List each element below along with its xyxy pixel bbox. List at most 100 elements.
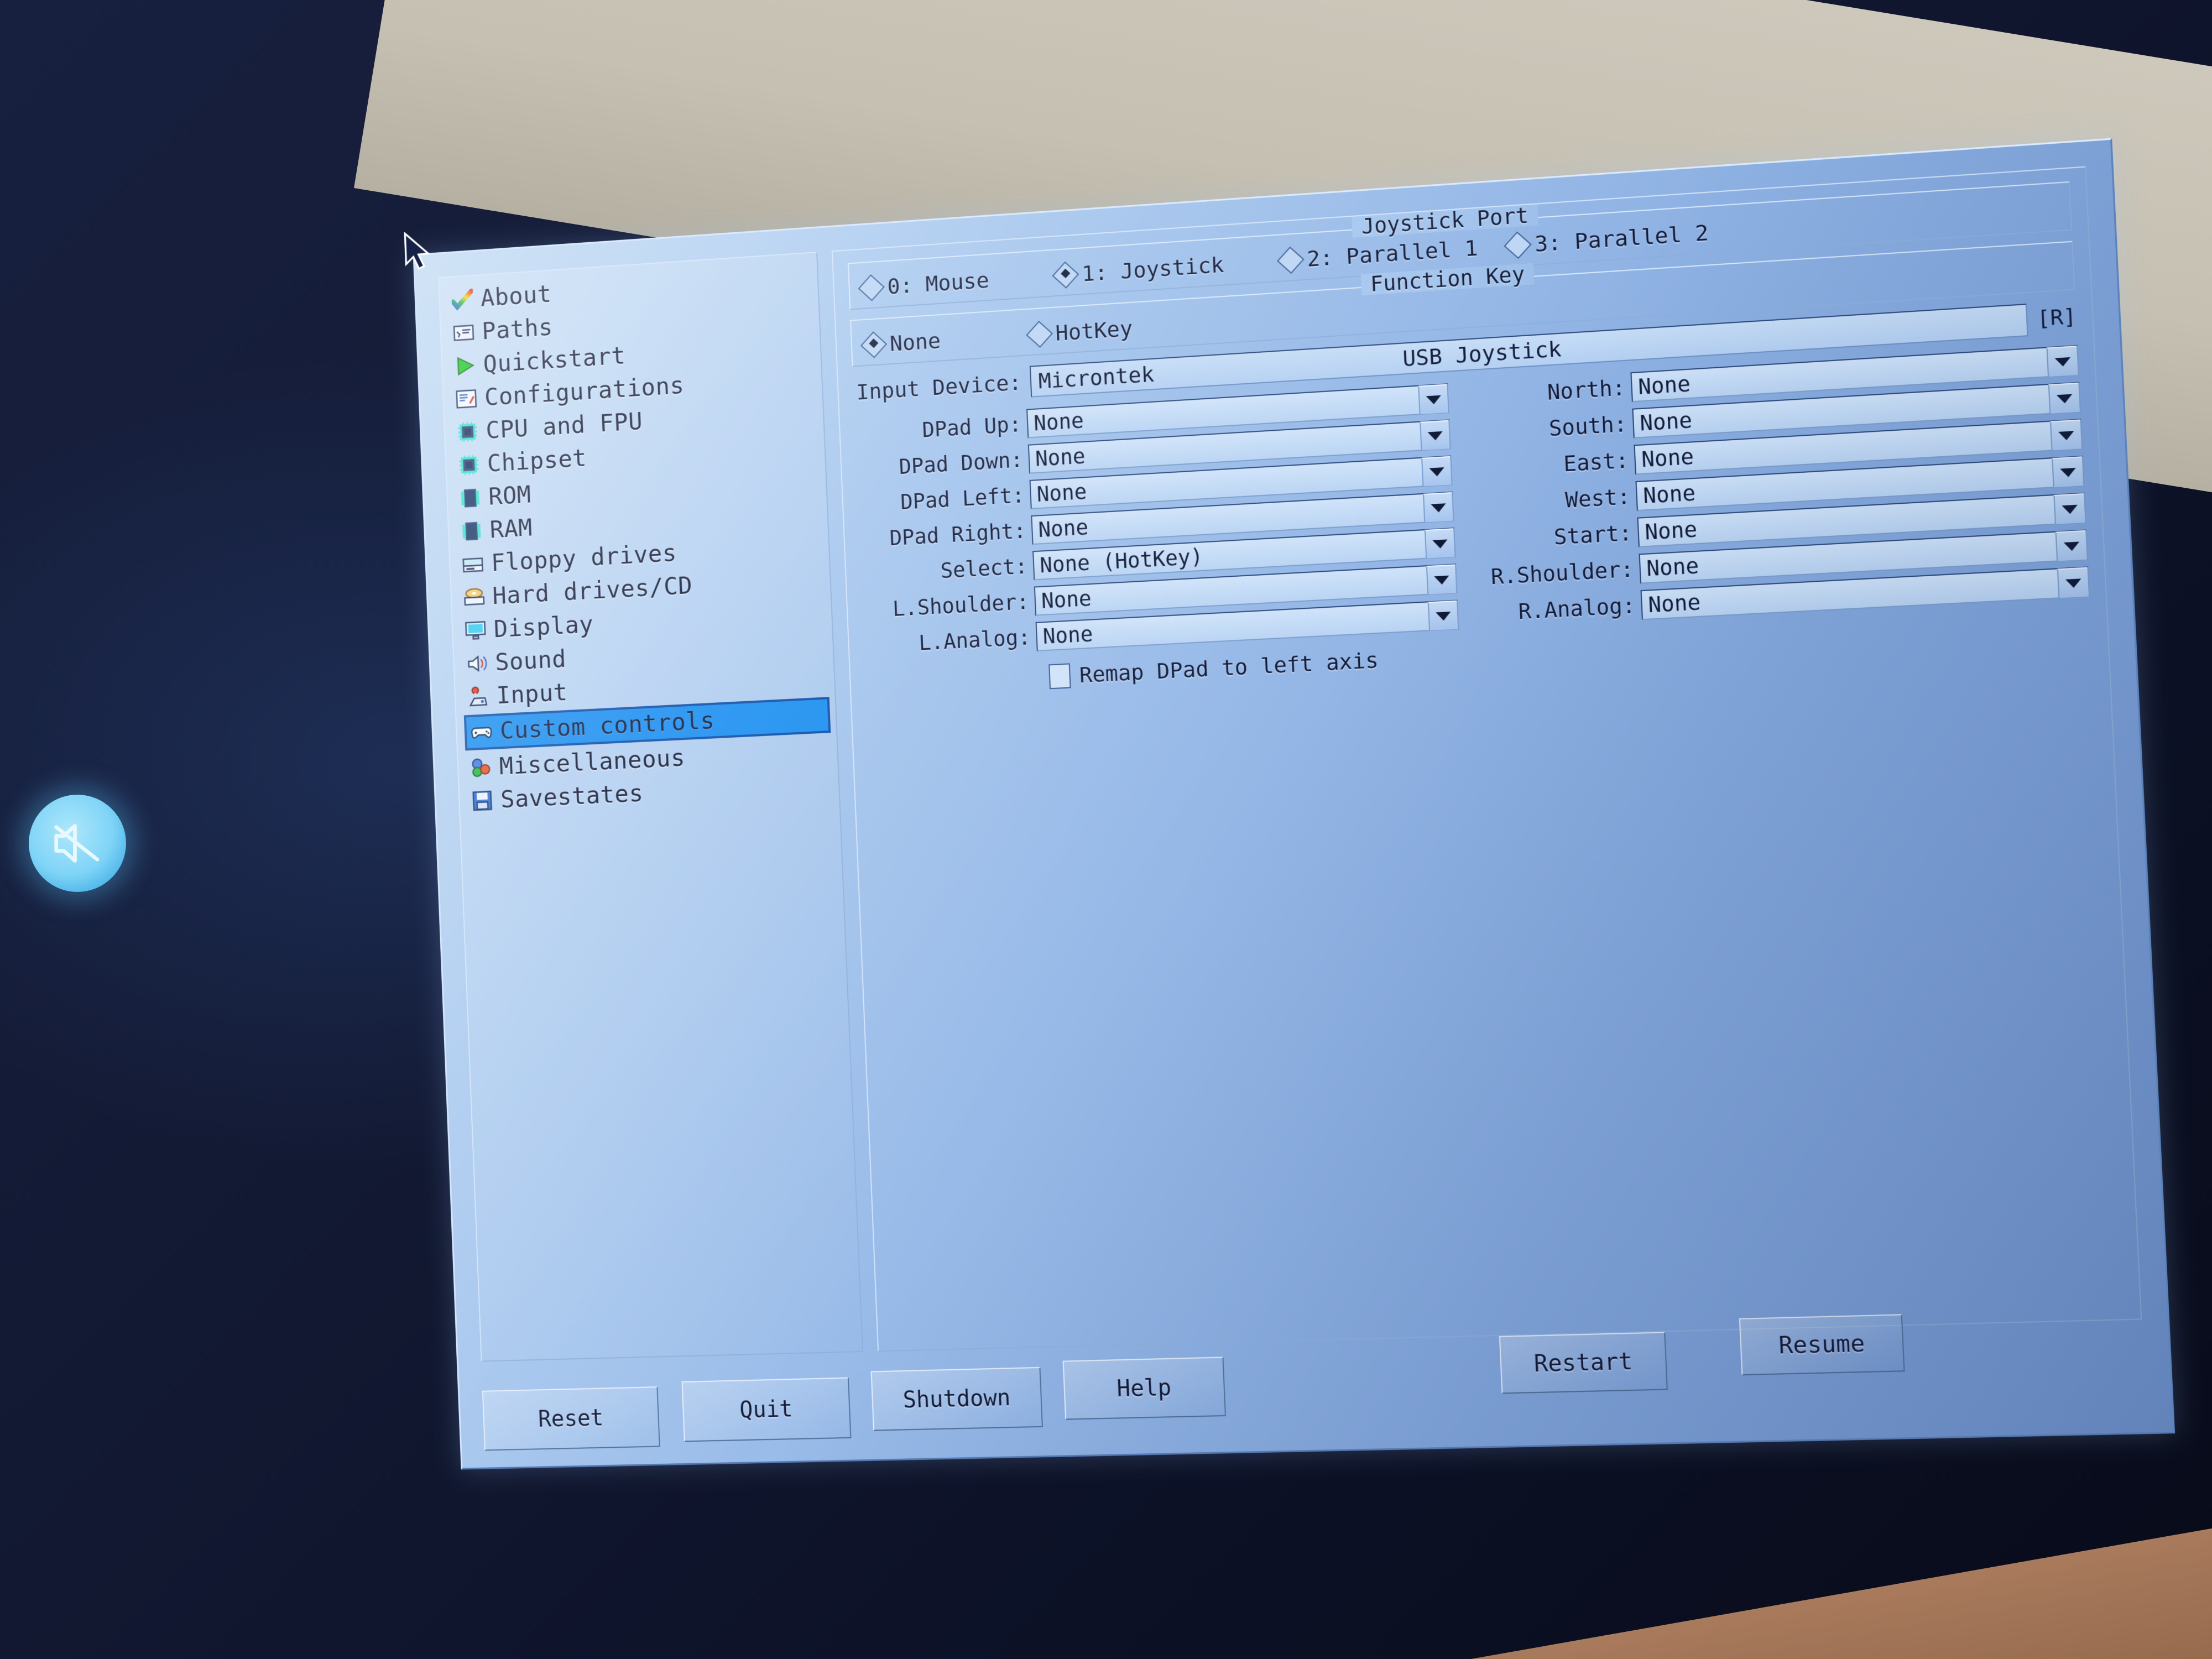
input-device-remap-flag: [R]: [2036, 304, 2077, 331]
chevron-down-icon[interactable]: [2057, 567, 2089, 598]
mapping-value-dpad-left: None: [1036, 479, 1088, 507]
radio-label: 1: Joystick: [1081, 252, 1225, 286]
shutdown-button[interactable]: Shutdown: [870, 1366, 1044, 1431]
mapping-label-select: Select:: [940, 554, 1029, 583]
reset-button[interactable]: Reset: [482, 1386, 660, 1451]
folder-pointer-icon: [452, 321, 474, 345]
monitor-icon: [465, 619, 487, 640]
chevron-down-icon[interactable]: [2052, 456, 2084, 488]
radio-1-joystick[interactable]: 1: Joystick: [1052, 252, 1225, 289]
chevron-down-icon[interactable]: [1418, 384, 1448, 415]
mapping-label-west: West:: [1564, 484, 1631, 513]
mapping-label-r-analog: R.Analog:: [1517, 593, 1636, 624]
mapping-value-east: None: [1641, 444, 1694, 472]
chevron-down-icon[interactable]: [2053, 493, 2085, 524]
sidebar-item-label: CPU and FPU: [485, 407, 643, 445]
mapping-value-west: None: [1642, 480, 1697, 508]
joystick-icon: [467, 685, 489, 708]
rainbow-check-icon: [451, 288, 473, 311]
chevron-down-icon[interactable]: [1422, 492, 1453, 523]
radio-label: None: [889, 328, 941, 356]
document-list-icon: [456, 389, 477, 409]
settings-sidebar: About Paths Quickstart Configurations CPU an…: [437, 252, 864, 1362]
sidebar-item-label: About: [480, 279, 552, 312]
sidebar-item-label: Display: [493, 610, 594, 643]
sidebar-item-label: Input: [495, 678, 568, 709]
chevron-down-icon[interactable]: [2046, 346, 2078, 377]
quit-button[interactable]: Quit: [681, 1377, 852, 1442]
custom-controls-pane: Joystick Port 0: Mouse 1: Joystick 2: Para…: [831, 166, 2142, 1352]
speaker-icon: [467, 652, 488, 675]
radio-diamond-icon: [1025, 321, 1053, 348]
mapping-value-dpad-down: None: [1035, 444, 1086, 471]
mapping-column-left: DPad Up: None DPad Down: None DPad Left: None…: [854, 383, 1459, 660]
chevron-down-icon[interactable]: [2048, 382, 2080, 414]
sidebar-item-label: Floppy drives: [491, 539, 677, 577]
radio-diamond-icon: [1504, 231, 1532, 259]
chevron-down-icon[interactable]: [1421, 456, 1452, 487]
mapping-value-south: None: [1639, 408, 1693, 436]
mapping-value-l-analog: None: [1042, 622, 1094, 649]
sidebar-item-label: Paths: [481, 312, 554, 346]
mapping-label-r-shoulder: R.Shoulder:: [1490, 556, 1635, 589]
restart-button[interactable]: Restart: [1499, 1332, 1668, 1394]
sidebar-item-label: Configurations: [484, 371, 685, 411]
dialog-perspective-wrapper: About Paths Quickstart Configurations CPU an…: [0, 0, 2212, 1659]
chevron-down-icon[interactable]: [1420, 420, 1450, 451]
chip-icon: [460, 455, 479, 476]
harddisk-cd-icon: [464, 588, 484, 606]
input-device-value-vendor: Microntek: [1037, 361, 1155, 394]
input-device-label: Input Device:: [855, 369, 1022, 405]
radio-hotkey[interactable]: HotKey: [1025, 316, 1133, 348]
mapping-label-dpad-down: DPad Down:: [898, 447, 1024, 479]
radio-diamond-icon: [1276, 246, 1305, 274]
mapping-label-l-analog: L.Analog:: [918, 624, 1031, 655]
remap-dpad-checkbox[interactable]: [1048, 663, 1071, 690]
floppy-save-icon: [471, 789, 493, 812]
mapping-value-start: None: [1644, 517, 1698, 545]
chevron-down-icon[interactable]: [1426, 564, 1457, 594]
chevron-down-icon[interactable]: [2055, 530, 2087, 561]
radio-none[interactable]: None: [860, 328, 941, 358]
mapping-value-l-shoulder: None: [1041, 586, 1092, 613]
radio-diamond-icon: [858, 274, 885, 301]
memory-module-icon: [462, 521, 481, 541]
mapping-value-dpad-right: None: [1037, 514, 1089, 542]
sidebar-item-label: Miscellaneous: [498, 743, 686, 780]
memory-module-icon: [461, 488, 479, 508]
mouse-pointer-icon: [402, 230, 434, 275]
radio-3-parallel-2[interactable]: 3: Parallel 2: [1504, 220, 1709, 259]
gamepad-icon: [471, 721, 493, 744]
floppy-drive-icon: [462, 557, 483, 573]
resume-button[interactable]: Resume: [1739, 1314, 1905, 1376]
sidebar-item-label: ROM: [488, 480, 532, 511]
sidebar-nav-list: About Paths Quickstart Configurations CPU an…: [447, 261, 833, 817]
sidebar-item-label: Quickstart: [482, 341, 627, 378]
sidebar-item-label: RAM: [489, 513, 533, 544]
mapping-label-north: North:: [1547, 375, 1626, 405]
sidebar-item-label: Hard drives/CD: [492, 571, 693, 610]
radio-diamond-icon: [1052, 261, 1079, 289]
chevron-down-icon[interactable]: [2049, 419, 2082, 451]
mapping-label-l-shoulder: L.Shoulder:: [892, 589, 1030, 621]
mapping-value-select: None (HotKey): [1039, 544, 1204, 578]
color-cubes-icon: [470, 756, 492, 779]
radio-0-mouse[interactable]: 0: Mouse: [858, 268, 990, 301]
sidebar-item-label: Sound: [494, 645, 567, 676]
sidebar-item-label: Chipset: [486, 444, 587, 478]
sidebar-item-label: Savestates: [500, 779, 644, 814]
green-play-icon: [457, 357, 475, 377]
chip-icon: [458, 422, 477, 442]
mapping-value-r-analog: None: [1647, 589, 1702, 618]
mapping-value-r-shoulder: None: [1646, 553, 1700, 581]
radio-label: 0: Mouse: [886, 268, 990, 299]
dialog-body: About Paths Quickstart Configurations CPU an…: [437, 166, 2142, 1362]
chevron-down-icon[interactable]: [1427, 600, 1458, 631]
mapping-label-start: Start:: [1553, 520, 1633, 550]
chevron-down-icon[interactable]: [1424, 528, 1455, 559]
mapping-label-south: South:: [1548, 411, 1628, 441]
input-device-value-product: USB Joystick: [1402, 336, 1562, 372]
help-button[interactable]: Help: [1062, 1357, 1227, 1420]
radio-label: 2: Parallel 1: [1306, 235, 1479, 272]
winuae-settings-dialog: About Paths Quickstart Configurations CPU an…: [413, 138, 2176, 1470]
